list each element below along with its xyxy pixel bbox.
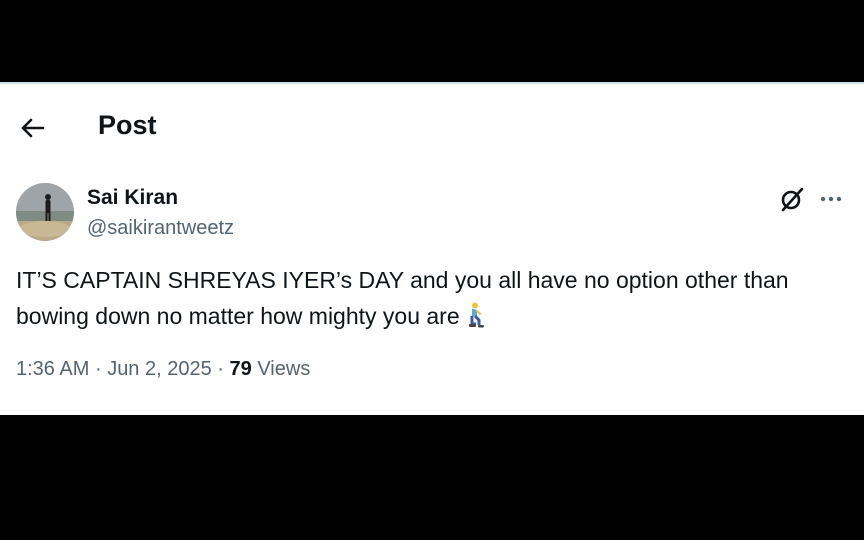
author-handle[interactable]: @saikirantweetz <box>87 217 234 240</box>
back-button[interactable] <box>14 112 50 144</box>
kneeling-man-emoji-icon <box>466 302 486 338</box>
divider <box>0 410 864 411</box>
meta-separator: · <box>94 358 102 380</box>
post-meta: 1:36 AM · Jun 2, 2025 · 79 Views <box>16 358 310 381</box>
author-name[interactable]: Sai Kiran <box>87 186 178 210</box>
post-header: Post <box>0 84 864 164</box>
more-options-icon <box>820 196 842 202</box>
meta-separator: · <box>217 358 224 380</box>
grok-button[interactable] <box>777 184 807 214</box>
post-screen: Post Sai Kiran @saikirantweetz IT’S CAPT <box>0 82 864 415</box>
arrow-left-icon <box>21 118 45 138</box>
avatar[interactable] <box>16 183 74 241</box>
views-count: 79 <box>229 358 252 380</box>
post-time[interactable]: 1:36 AM <box>16 358 89 380</box>
post-text: IT’S CAPTAIN SHREYAS IYER’s DAY and you … <box>16 262 851 338</box>
post-date[interactable]: Jun 2, 2025 <box>107 358 212 380</box>
grok-icon <box>781 187 804 212</box>
post-text-content: IT’S CAPTAIN SHREYAS IYER’s DAY and you … <box>16 267 789 329</box>
page-title: Post <box>98 110 157 140</box>
more-options-button[interactable] <box>815 184 847 214</box>
avatar-photo <box>16 183 74 241</box>
views-label: Views <box>257 358 311 380</box>
